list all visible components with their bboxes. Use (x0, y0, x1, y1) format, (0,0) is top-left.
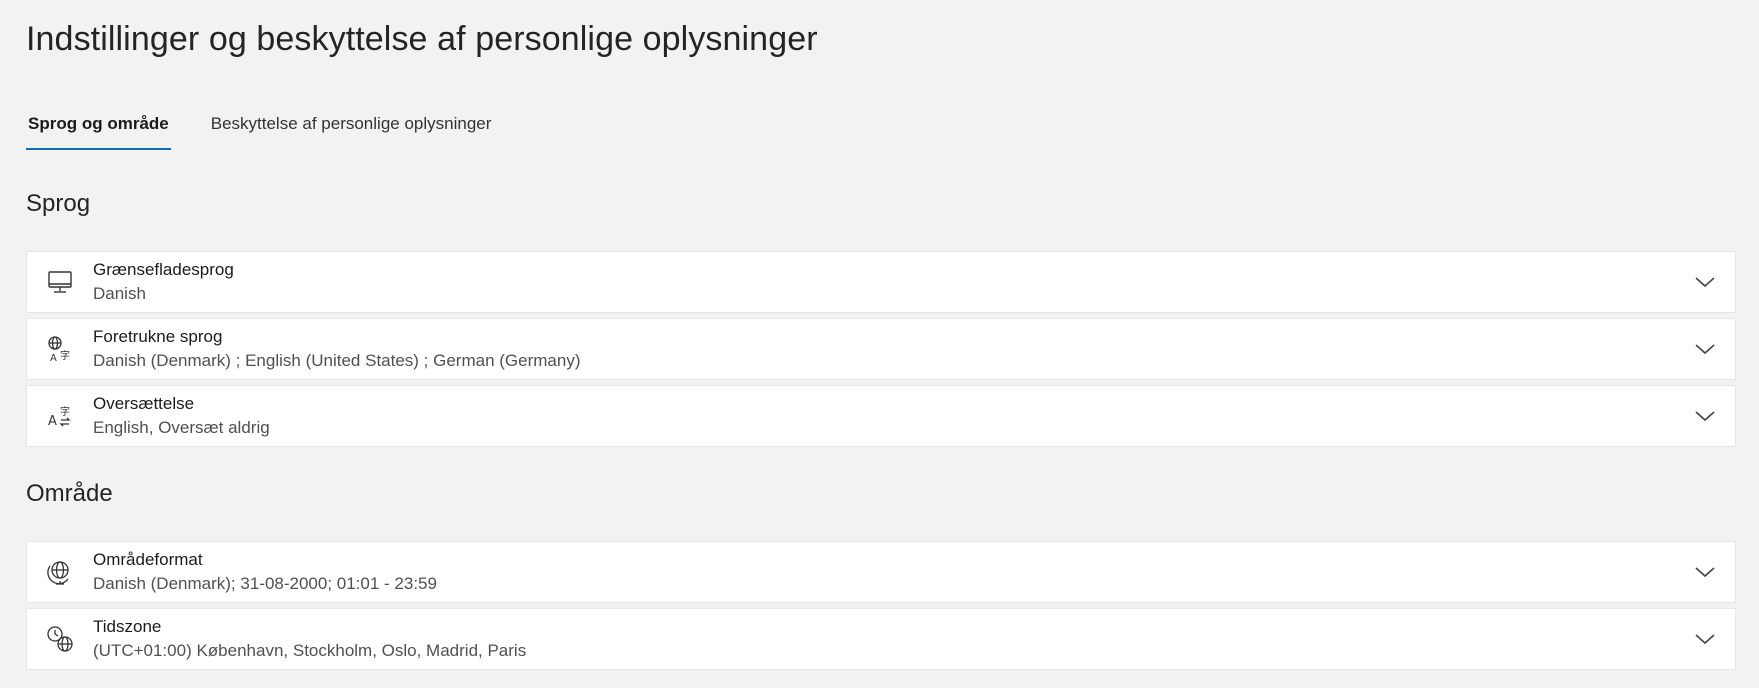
translation-value: English, Oversæt aldrig (93, 418, 270, 437)
display-language-value: Danish (93, 284, 146, 303)
svg-text:A: A (50, 353, 57, 364)
regional-format-label: Områdeformat (93, 550, 203, 569)
chevron-down-icon[interactable] (1675, 409, 1735, 423)
chevron-down-icon[interactable] (1675, 342, 1735, 356)
preferred-languages-label: Foretrukne sprog (93, 327, 223, 346)
globe-stand-icon (27, 557, 93, 587)
preferred-languages-value: Danish (Denmark) ; English (United State… (93, 351, 581, 370)
regional-format-row[interactable]: Områdeformat Danish (Denmark); 31-08-200… (26, 541, 1736, 603)
svg-text:A: A (48, 414, 57, 429)
language-globe-icon: A 字 (27, 334, 93, 364)
section-title-region: Område (26, 480, 113, 507)
svg-text:字: 字 (60, 349, 70, 362)
page-title: Indstillinger og beskyttelse af personli… (26, 20, 818, 58)
time-zone-label: Tidszone (93, 617, 162, 636)
svg-text:字: 字 (60, 405, 70, 418)
monitor-icon (27, 267, 93, 297)
settings-page: Indstillinger og beskyttelse af personli… (0, 0, 1759, 688)
display-language-row[interactable]: Grænsefladesprog Danish (26, 251, 1736, 313)
chevron-down-icon[interactable] (1675, 632, 1735, 646)
section-title-language: Sprog (26, 190, 91, 217)
translate-icon: A 字 (27, 401, 93, 431)
clock-globe-icon (27, 624, 93, 654)
tab-language-and-region[interactable]: Sprog og område (26, 100, 171, 150)
display-language-label: Grænsefladesprog (93, 260, 234, 279)
regional-format-value: Danish (Denmark); 31-08-2000; 01:01 - 23… (93, 574, 437, 593)
tab-bar: Sprog og område Beskyttelse af personlig… (26, 100, 531, 150)
time-zone-row[interactable]: Tidszone (UTC+01:00) København, Stockhol… (26, 608, 1736, 670)
tab-privacy[interactable]: Beskyttelse af personlige oplysninger (211, 100, 492, 150)
chevron-down-icon[interactable] (1675, 565, 1735, 579)
translation-row[interactable]: A 字 Oversættelse English, Oversæt aldrig (26, 385, 1736, 447)
preferred-languages-row[interactable]: A 字 Foretrukne sprog Danish (Denmark) ; … (26, 318, 1736, 380)
chevron-down-icon[interactable] (1675, 275, 1735, 289)
time-zone-value: (UTC+01:00) København, Stockholm, Oslo, … (93, 641, 527, 660)
translation-label: Oversættelse (93, 394, 195, 413)
